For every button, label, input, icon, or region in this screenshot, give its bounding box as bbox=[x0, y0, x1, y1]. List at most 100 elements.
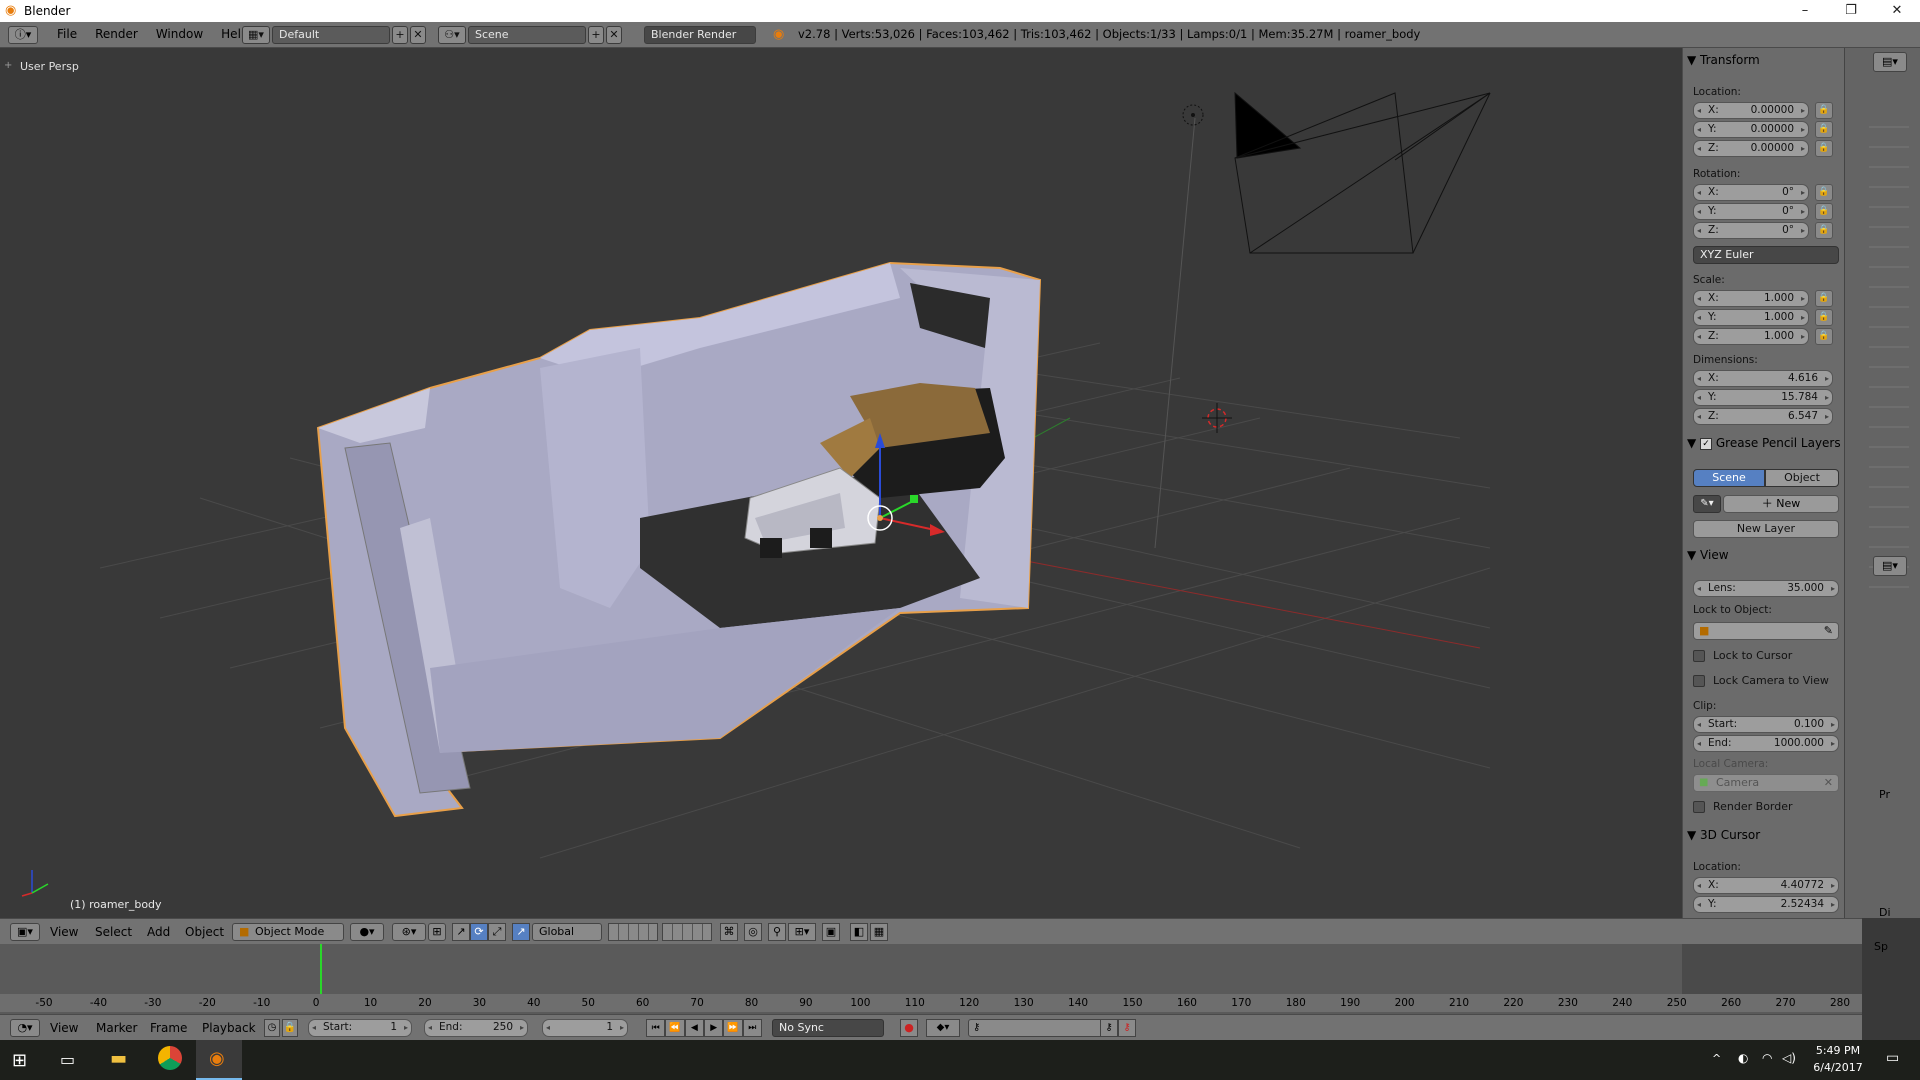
view-panel-header[interactable]: ▼ View bbox=[1687, 548, 1837, 566]
file-explorer-icon[interactable]: ▬ bbox=[110, 1048, 127, 1069]
add-screen-icon[interactable]: + bbox=[392, 26, 408, 44]
manipulator-space-icon[interactable]: ↗ bbox=[512, 923, 530, 941]
gp-tab-scene[interactable]: Scene bbox=[1693, 469, 1765, 487]
location-x-field[interactable]: ◂ X: 0.00000 ▸ bbox=[1693, 102, 1809, 119]
task-view-icon[interactable]: ▭ bbox=[60, 1050, 75, 1069]
rotation-z-field[interactable]: ◂ Z: 0° ▸ bbox=[1693, 222, 1809, 239]
preview-range-icon[interactable]: ◷ bbox=[264, 1019, 280, 1037]
insert-keyframe-icon[interactable]: ⚷ bbox=[1100, 1019, 1118, 1037]
clip-end-field[interactable]: ◂ End: 1000.000 ▸ bbox=[1693, 735, 1839, 752]
menu-object[interactable]: Object bbox=[185, 925, 224, 939]
layer-buttons-a[interactable] bbox=[608, 923, 658, 941]
render-anim-icon[interactable]: ▦ bbox=[870, 923, 888, 941]
properties-editor-icon[interactable]: ▤▾ bbox=[1873, 556, 1907, 576]
grease-pencil-panel-header[interactable]: ▼ ✓ Grease Pencil Layers bbox=[1687, 436, 1843, 454]
lock-camera-to-view-checkbox[interactable]: Lock Camera to View bbox=[1693, 674, 1829, 687]
menu-file[interactable]: File bbox=[48, 27, 86, 41]
proportional-edit-icon[interactable]: ◎ bbox=[744, 923, 762, 941]
lock-range-icon[interactable]: 🔒 bbox=[282, 1019, 298, 1037]
location-z-field[interactable]: ◂ Z: 0.00000 ▸ bbox=[1693, 140, 1809, 157]
clock-time[interactable]: 5:49 PM bbox=[1808, 1044, 1868, 1057]
opengl-render-icon[interactable]: ▣ bbox=[822, 923, 840, 941]
lock-icon[interactable]: 🔒 bbox=[1815, 184, 1833, 201]
screen-layout-icon[interactable]: ▦▾ bbox=[242, 26, 270, 44]
play-icon[interactable]: ▶ bbox=[703, 1019, 724, 1037]
render-engine-select[interactable]: Blender Render bbox=[644, 26, 756, 44]
3d-cursor-icon[interactable] bbox=[1202, 403, 1232, 433]
toolshelf-toggle-icon[interactable]: + bbox=[4, 60, 12, 71]
layer-buttons-b[interactable] bbox=[662, 923, 712, 941]
translate-manipulator-icon[interactable]: ↗ bbox=[452, 923, 470, 941]
shading-mode-icon[interactable]: ●▾ bbox=[350, 923, 384, 941]
layer-lock-icon[interactable]: ⌘ bbox=[720, 923, 738, 941]
close-button[interactable]: ✕ bbox=[1874, 0, 1920, 22]
outliner-editor-icon[interactable]: ▤▾ bbox=[1873, 52, 1907, 72]
pivot-point-icon[interactable]: ⊛▾ bbox=[392, 923, 426, 941]
snap-element-icon[interactable]: ⊞▾ bbox=[788, 923, 816, 941]
gp-new-layer-button[interactable]: New Layer bbox=[1693, 520, 1839, 538]
menu-view[interactable]: View bbox=[50, 925, 78, 939]
clip-start-field[interactable]: ◂ Start: 0.100 ▸ bbox=[1693, 716, 1839, 733]
lock-icon[interactable]: 🔒 bbox=[1815, 102, 1833, 119]
editor-type-info-icon[interactable]: ⓘ▾ bbox=[8, 26, 38, 44]
tl-menu-playback[interactable]: Playback bbox=[202, 1021, 256, 1035]
steam-tray-icon[interactable]: ◐ bbox=[1738, 1051, 1748, 1065]
manipulator-toggle-icon[interactable]: ⊞ bbox=[428, 923, 446, 941]
lock-icon[interactable]: 🔒 bbox=[1815, 121, 1833, 138]
remove-scene-icon[interactable]: ✕ bbox=[606, 26, 622, 44]
transform-panel-header[interactable]: ▼ Transform bbox=[1687, 53, 1837, 71]
gp-new-button[interactable]: ＋ New bbox=[1723, 495, 1839, 513]
editor-type-timeline-icon[interactable]: ◔▾ bbox=[10, 1019, 40, 1037]
sync-mode-select[interactable]: No Sync bbox=[772, 1019, 884, 1037]
pencil-icon[interactable]: ✎▾ bbox=[1693, 495, 1721, 513]
scale-y-field[interactable]: ◂ Y: 1.000 ▸ bbox=[1693, 309, 1809, 326]
scale-x-field[interactable]: ◂ X: 1.000 ▸ bbox=[1693, 290, 1809, 307]
lock-icon[interactable]: 🔒 bbox=[1815, 328, 1833, 345]
gp-tab-object[interactable]: Object bbox=[1765, 469, 1839, 487]
mode-select[interactable]: ■ Object Mode bbox=[232, 923, 344, 941]
scene-field[interactable]: Scene bbox=[468, 26, 586, 44]
tl-menu-view[interactable]: View bbox=[50, 1021, 78, 1035]
render-still-icon[interactable]: ◧ bbox=[850, 923, 868, 941]
active-keying-set-field[interactable]: ⚷ bbox=[968, 1019, 1108, 1037]
3d-cursor-panel-header[interactable]: ▼ 3D Cursor bbox=[1687, 828, 1837, 846]
minimize-button[interactable]: – bbox=[1782, 0, 1828, 22]
scene-icon[interactable]: ⚇▾ bbox=[438, 26, 466, 44]
chrome-icon[interactable] bbox=[158, 1046, 182, 1070]
volume-icon[interactable]: ◁) bbox=[1782, 1051, 1796, 1065]
menu-render[interactable]: Render bbox=[86, 27, 147, 41]
clock-date[interactable]: 6/4/2017 bbox=[1808, 1061, 1868, 1074]
rotation-y-field[interactable]: ◂ Y: 0° ▸ bbox=[1693, 203, 1809, 220]
windows-start-icon[interactable]: ⊞ bbox=[12, 1050, 27, 1071]
blender-taskbar-button[interactable]: ◉ bbox=[196, 1040, 242, 1080]
add-scene-icon[interactable]: + bbox=[588, 26, 604, 44]
remove-screen-icon[interactable]: ✕ bbox=[410, 26, 426, 44]
record-icon[interactable]: ● bbox=[900, 1019, 918, 1037]
scale-manipulator-icon[interactable]: ⤢ bbox=[488, 923, 506, 941]
eyedropper-icon[interactable]: ✎ bbox=[1824, 624, 1833, 637]
local-camera-field[interactable]: ■ Camera ✕ bbox=[1693, 774, 1839, 792]
lock-icon[interactable]: 🔒 bbox=[1815, 222, 1833, 239]
screen-layout-field[interactable]: Default bbox=[272, 26, 390, 44]
scale-z-field[interactable]: ◂ Z: 1.000 ▸ bbox=[1693, 328, 1809, 345]
start-frame-field[interactable]: ◂ Start: 1 ▸ bbox=[308, 1019, 412, 1037]
render-border-checkbox[interactable]: Render Border bbox=[1693, 800, 1793, 813]
jump-start-icon[interactable]: ⏮ bbox=[646, 1019, 666, 1037]
cursor-y-field[interactable]: ◂ Y: 2.52434 ▸ bbox=[1693, 896, 1839, 913]
current-frame-indicator[interactable] bbox=[320, 944, 322, 994]
timeline-ruler[interactable]: -50 -40 -30 -20 -10 0 10 20 30 40 50 60 70 80 90 100 110… bbox=[0, 994, 1862, 1012]
lock-icon[interactable]: 🔒 bbox=[1815, 140, 1833, 157]
play-reverse-icon[interactable]: ◀ bbox=[684, 1019, 704, 1037]
dimensions-z-field[interactable]: ◂ Z: 6.547 ▸ bbox=[1693, 408, 1833, 425]
lock-to-cursor-checkbox[interactable]: Lock to Cursor bbox=[1693, 649, 1792, 662]
rotation-mode-select[interactable]: XYZ Euler bbox=[1693, 246, 1839, 264]
menu-add[interactable]: Add bbox=[147, 925, 170, 939]
lock-icon[interactable]: 🔒 bbox=[1815, 203, 1833, 220]
jump-keyframe-back-icon[interactable]: ⏪ bbox=[665, 1019, 685, 1037]
keying-set-icon[interactable]: ◆▾ bbox=[926, 1019, 960, 1037]
camera-object[interactable] bbox=[1234, 91, 1491, 254]
dimensions-x-field[interactable]: ◂ X: 4.616 ▸ bbox=[1693, 370, 1833, 387]
rotate-manipulator-icon[interactable]: ⟳ bbox=[470, 923, 488, 941]
tray-chevron-icon[interactable]: ^ bbox=[1712, 1052, 1721, 1065]
location-y-field[interactable]: ◂ Y: 0.00000 ▸ bbox=[1693, 121, 1809, 138]
